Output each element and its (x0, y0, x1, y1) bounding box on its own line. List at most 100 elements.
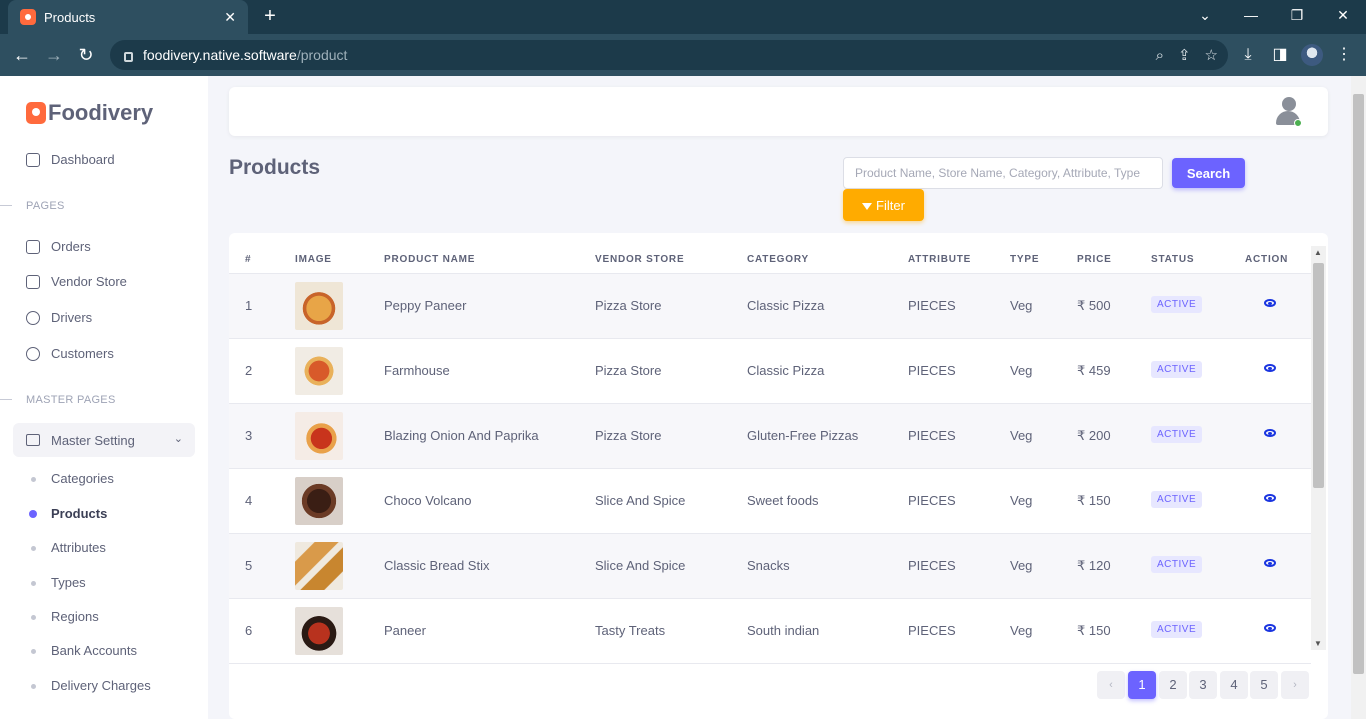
url-path: /product (296, 47, 348, 63)
menu-kebab-icon[interactable]: ⋮ (1334, 45, 1354, 65)
column-header-product-name: PRODUCT NAME (384, 254, 476, 265)
status-badge: ACTIVE (1151, 296, 1203, 313)
share-icon[interactable]: ⇪ (1178, 46, 1191, 64)
side-panel-icon[interactable]: ◨ (1270, 45, 1290, 65)
sidebar-item-drivers[interactable]: Drivers (26, 310, 92, 325)
pagination-page-3[interactable]: 3 (1189, 671, 1217, 699)
download-icon[interactable]: ⤓ (1238, 45, 1258, 65)
sidebar-item-label: Dashboard (51, 152, 115, 167)
chevron-down-icon: ⌄ (173, 433, 183, 445)
category: Classic Pizza (747, 363, 825, 378)
pagination-page-4[interactable]: 4 (1220, 671, 1248, 699)
brand-pin-icon (26, 102, 46, 124)
browser-tab-bar: Products ✕ + ⌄ — ❐ ✕ (0, 0, 1366, 34)
pagination-page-2[interactable]: 2 (1159, 671, 1187, 699)
sidebar-item-dashboard[interactable]: Dashboard (26, 152, 115, 167)
sidebar-subitem-products[interactable]: Products (28, 506, 107, 521)
close-window-button[interactable]: ✕ (1320, 0, 1366, 34)
view-eye-icon[interactable] (1264, 494, 1276, 502)
column-header-status: STATUS (1151, 254, 1195, 265)
address-bar[interactable]: foodivery.native.software/product ⌕ ⇪ ☆ (110, 40, 1228, 70)
user-avatar[interactable] (1274, 97, 1302, 127)
sidebar-subitem-types[interactable]: Types (31, 575, 86, 590)
scroll-down-icon[interactable]: ▼ (1314, 639, 1322, 648)
filter-icon (862, 202, 873, 210)
view-eye-icon[interactable] (1264, 429, 1276, 437)
scroll-up-icon[interactable]: ▲ (1314, 248, 1322, 257)
page-title: Products (229, 156, 321, 179)
row-number: 2 (245, 363, 253, 378)
row-number: 6 (245, 623, 253, 638)
new-tab-button[interactable]: + (258, 4, 282, 28)
price: ₹ 150 (1077, 493, 1111, 508)
price: ₹ 120 (1077, 558, 1111, 573)
filter-button[interactable]: Filter (843, 189, 924, 221)
zoom-icon[interactable]: ⌕ (1156, 47, 1164, 64)
sidebar-item-customers[interactable]: Customers (26, 346, 114, 361)
sidebar-subitem-delivery-charges[interactable]: Delivery Charges (31, 678, 151, 693)
tab-search-icon[interactable]: ⌄ (1182, 0, 1228, 34)
back-icon[interactable]: ← (10, 43, 34, 67)
page-scroll-thumb[interactable] (1353, 94, 1364, 674)
sidebar-subitem-bank-accounts[interactable]: Bank Accounts (31, 643, 137, 658)
pagination-page-5[interactable]: 5 (1250, 671, 1278, 699)
vendor-store: Pizza Store (595, 428, 662, 443)
sidebar-subitem-regions[interactable]: Regions (31, 609, 99, 624)
profile-avatar-icon[interactable] (1301, 44, 1323, 66)
price: ₹ 200 (1077, 428, 1111, 443)
view-eye-icon[interactable] (1264, 559, 1276, 567)
pagination-page-1[interactable]: 1 (1128, 671, 1156, 699)
pagination-prev[interactable]: ‹ (1097, 671, 1125, 699)
table-scroll-thumb[interactable] (1313, 263, 1324, 488)
table-row: 2 Farmhouse Pizza Store Classic Pizza PI… (229, 339, 1311, 404)
lock-icon[interactable] (124, 52, 133, 62)
sidebar-subitem-attributes[interactable]: Attributes (31, 540, 106, 555)
column-header-type: TYPE (1010, 254, 1040, 265)
brand-logo[interactable]: Foodivery (26, 100, 153, 126)
view-eye-icon[interactable] (1264, 624, 1276, 632)
bookmark-star-icon[interactable]: ☆ (1205, 46, 1218, 64)
status-badge: ACTIVE (1151, 621, 1203, 638)
sidebar-item-vendor-store[interactable]: Vendor Store (26, 274, 127, 289)
table-scrollbar[interactable]: ▲ ▼ (1311, 246, 1326, 650)
category: Gluten-Free Pizzas (747, 428, 859, 443)
filter-button-label: Filter (876, 197, 905, 213)
type: Veg (1010, 493, 1033, 508)
price: ₹ 500 (1077, 298, 1111, 313)
restore-button[interactable]: ❐ (1274, 0, 1320, 34)
vendor-store: Slice And Spice (595, 558, 686, 573)
sidebar-item-orders[interactable]: Orders (26, 239, 91, 254)
search-button[interactable]: Search (1172, 158, 1245, 188)
pagination-next[interactable]: › (1281, 671, 1309, 699)
table-row: 4 Choco Volcano Slice And Spice Sweet fo… (229, 469, 1311, 534)
product-image (295, 412, 343, 460)
price: ₹ 150 (1077, 623, 1111, 638)
table-row: 6 Paneer Tasty Treats South indian PIECE… (229, 599, 1311, 664)
avatar-head (1282, 97, 1296, 111)
row-number: 1 (245, 298, 253, 313)
book-icon (26, 434, 40, 446)
forward-icon[interactable]: → (42, 43, 66, 67)
attribute: PIECES (908, 558, 956, 573)
price: ₹ 459 (1077, 363, 1111, 378)
product-name: Blazing Onion And Paprika (384, 428, 539, 443)
brand-name: Foodivery (48, 100, 154, 125)
page-scrollbar[interactable] (1351, 76, 1366, 719)
view-eye-icon[interactable] (1264, 364, 1276, 372)
user-icon (26, 310, 40, 325)
attribute: PIECES (908, 493, 956, 508)
minimize-button[interactable]: — (1228, 0, 1274, 34)
view-eye-icon[interactable] (1264, 299, 1276, 307)
users-icon (26, 346, 40, 361)
column-header-number: # (245, 254, 252, 265)
close-tab-icon[interactable]: ✕ (224, 9, 236, 26)
attribute: PIECES (908, 363, 956, 378)
search-input[interactable] (843, 157, 1163, 189)
row-number: 5 (245, 558, 253, 573)
reload-icon[interactable]: ↻ (74, 43, 98, 67)
sidebar-item-master-setting[interactable]: Master Setting ⌄ (13, 423, 195, 457)
table-header: # IMAGE PRODUCT NAME VENDOR STORE CATEGO… (229, 233, 1311, 274)
row-number: 3 (245, 428, 253, 443)
sidebar-subitem-categories[interactable]: Categories (31, 471, 114, 486)
browser-tab[interactable]: Products ✕ (8, 0, 248, 34)
